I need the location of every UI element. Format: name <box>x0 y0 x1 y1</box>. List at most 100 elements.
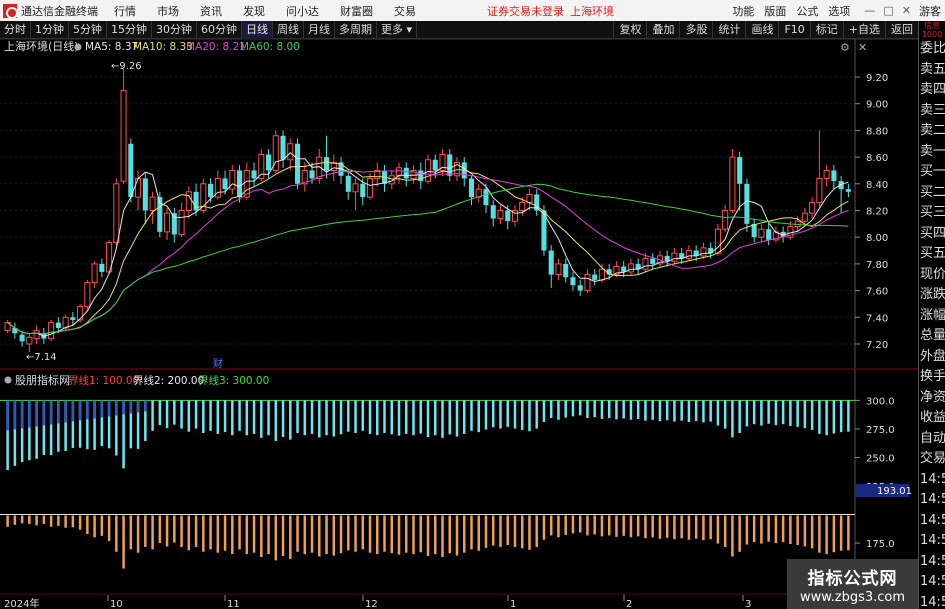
btn-back[interactable]: 返回 <box>885 20 918 39</box>
candle-body <box>345 175 351 192</box>
price-y-tick-label: 7.60 <box>866 287 888 298</box>
candle-body <box>505 210 511 222</box>
side-panel-item[interactable]: 14:56 <box>919 572 945 593</box>
minimize-icon[interactable]: — <box>864 4 875 17</box>
candle-body <box>120 89 127 182</box>
price-y-tick-label: 9.00 <box>866 100 888 111</box>
tf-1min[interactable]: 1分钟 <box>31 20 69 39</box>
side-panel-item[interactable]: 委比 <box>919 39 945 60</box>
tf-monthly[interactable]: 月线 <box>304 20 335 39</box>
candle-body <box>19 334 25 342</box>
side-panel-item[interactable]: 自动 <box>919 429 945 450</box>
finance-marker[interactable]: 财 <box>213 357 223 370</box>
side-panel-item[interactable]: 14:56 <box>919 552 945 573</box>
btn-stats[interactable]: 统计 <box>712 20 745 39</box>
btn-f10[interactable]: F10 <box>778 20 809 39</box>
ma60-label: MA60: 8.00 <box>240 41 300 53</box>
candle-body <box>758 228 765 238</box>
maximize-icon[interactable]: □ <box>883 4 893 17</box>
tf-30min[interactable]: 30分钟 <box>152 20 197 39</box>
side-panel-item[interactable]: 买三 <box>919 203 945 224</box>
menu-item-wealth[interactable]: 财富圈 <box>340 3 373 19</box>
menu-function[interactable]: 功能 <box>732 3 754 19</box>
x-label-jan: 1 <box>510 599 516 609</box>
side-panel-item[interactable]: 现价 <box>919 265 945 286</box>
side-panel-item[interactable]: 总量 <box>919 326 945 347</box>
candle-body <box>519 201 526 211</box>
menu-item-trade[interactable]: 交易 <box>394 3 416 19</box>
side-panel-item[interactable]: 换手 <box>919 367 945 388</box>
tf-multi[interactable]: 多周期 <box>335 20 377 39</box>
side-panel-item[interactable]: 卖二 <box>919 121 945 142</box>
side-panel-item[interactable]: 14:56 <box>919 531 945 552</box>
close-panel-icon[interactable]: ✕ <box>858 41 867 54</box>
btn-adjust[interactable]: 复权 <box>613 20 646 39</box>
side-panel-item[interactable]: 卖三 <box>919 101 945 122</box>
menu-options[interactable]: 选项 <box>828 3 850 19</box>
tf-5min[interactable]: 5分钟 <box>69 20 107 39</box>
side-panel-item[interactable]: 14:56 <box>919 593 945 609</box>
tf-intraday[interactable]: 分时 <box>0 20 31 39</box>
btn-overlay[interactable]: 叠加 <box>646 20 679 39</box>
menu-item-discover[interactable]: 发现 <box>243 3 265 19</box>
side-panel-item[interactable]: 买五 <box>919 244 945 265</box>
candle-body <box>584 274 591 292</box>
side-panel-item[interactable]: 外盘 <box>919 347 945 368</box>
menu-item-market[interactable]: 行情 <box>114 3 136 19</box>
side-panel-item[interactable]: 买二 <box>919 183 945 204</box>
candle-body <box>816 177 823 203</box>
tdx-logo-icon <box>3 3 18 19</box>
menu-item-news[interactable]: 资讯 <box>200 3 222 19</box>
ma60-line <box>7 183 849 335</box>
candle-body <box>99 263 105 272</box>
side-panel-item[interactable]: 14:56 <box>919 470 945 491</box>
side-panel-item[interactable]: 14:56 <box>919 511 945 532</box>
ma20-line <box>7 170 849 335</box>
candle-body <box>251 170 257 179</box>
btn-draw[interactable]: 画线 <box>745 20 778 39</box>
menu-layout[interactable]: 版面 <box>764 3 786 19</box>
menu-formula[interactable]: 公式 <box>796 3 818 19</box>
candle-body <box>366 177 374 198</box>
tf-daily[interactable]: 日线 <box>242 20 273 39</box>
low-price-label: ←7.14 <box>26 352 57 363</box>
side-panel-item[interactable]: 14:56 <box>919 490 945 511</box>
tf-15min[interactable]: 15分钟 <box>107 20 152 39</box>
watermark-title: 指标公式网 <box>807 569 898 589</box>
indicator-settings-icon[interactable] <box>4 376 12 384</box>
side-panel-item[interactable]: 涨跌 <box>919 285 945 306</box>
btn-mark[interactable]: 标记 <box>809 20 843 39</box>
btn-add-watchlist[interactable]: +自选 <box>842 20 885 39</box>
login-warning[interactable]: 证券交易未登录 <box>487 3 564 19</box>
tf-weekly[interactable]: 周线 <box>273 20 304 39</box>
watermark: 指标公式网 www.zbgs3.com <box>787 559 918 609</box>
settings-dot-icon[interactable] <box>74 43 82 51</box>
menu-item-ask[interactable]: 问小达 <box>286 3 319 19</box>
side-panel-item[interactable]: 净资 <box>919 388 945 409</box>
candle-body <box>526 193 533 203</box>
menu-item-markets[interactable]: 市场 <box>157 3 179 19</box>
side-panel-item[interactable]: 收益 <box>919 408 945 429</box>
side-panel-item[interactable]: 涨幅 <box>919 306 945 327</box>
info-badge[interactable]: 信息 1000 <box>919 21 945 39</box>
side-panel-item[interactable]: 卖五 <box>919 60 945 81</box>
tf-more[interactable]: 更多 ▾ <box>377 20 418 39</box>
tf-60min[interactable]: 60分钟 <box>197 20 242 39</box>
candle-body <box>555 263 562 276</box>
indicator-y-tick-label: 250.0 <box>866 453 895 464</box>
gear-icon[interactable]: ⚙ <box>840 41 850 54</box>
side-panel-item[interactable]: 卖一 <box>919 142 945 163</box>
chart-area[interactable]: 上海环境(日线) MA5: 8.37 MA10: 8.33 MA20: 8.21… <box>0 39 918 609</box>
side-panel-item[interactable]: 卖四 <box>919 80 945 101</box>
side-panel-item[interactable]: 买一 <box>919 162 945 183</box>
guest-label[interactable]: 游客 <box>919 3 941 19</box>
x-label-nov: 11 <box>227 599 240 609</box>
close-icon[interactable]: ✕ <box>902 4 911 17</box>
side-panel-item[interactable]: 买四 <box>919 224 945 245</box>
candle-body <box>113 183 120 244</box>
price-y-tick-label: 9.20 <box>866 73 888 84</box>
btn-multi-stock[interactable]: 多股 <box>679 20 712 39</box>
x-label-oct: 10 <box>110 599 123 609</box>
side-panel-item[interactable]: 交易 <box>919 449 945 470</box>
candle-body <box>237 170 243 198</box>
